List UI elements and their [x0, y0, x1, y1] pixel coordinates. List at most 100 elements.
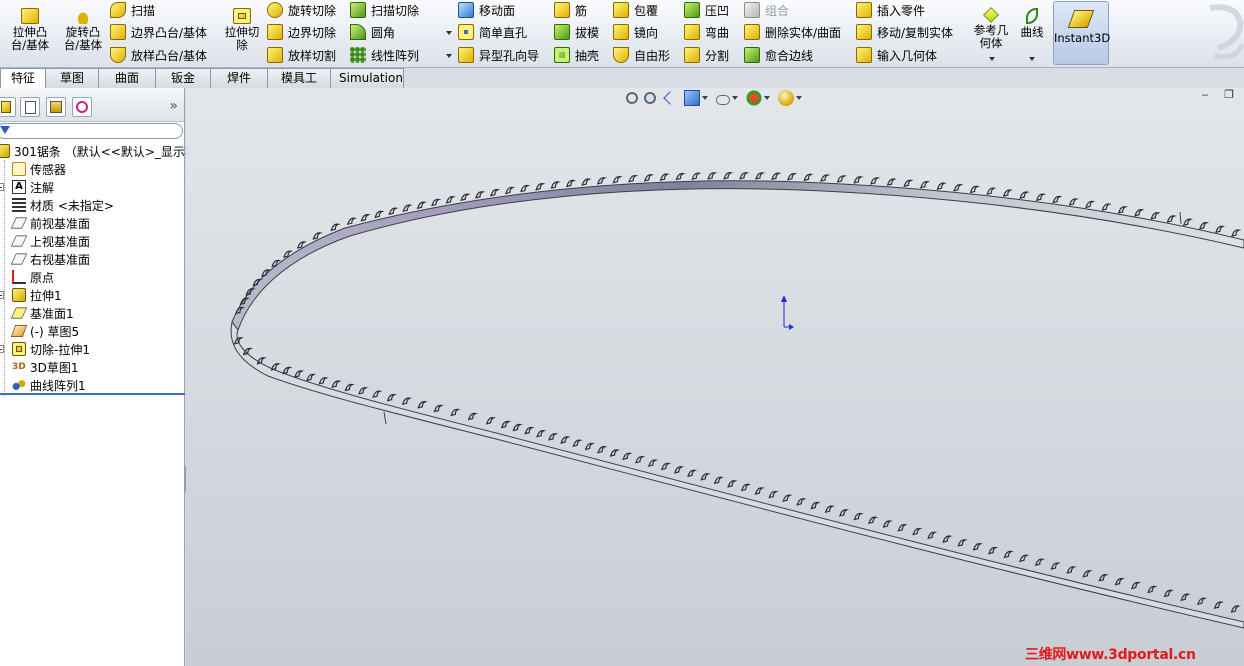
- tree-item-plane1[interactable]: 基准面1: [0, 304, 185, 322]
- fillet-dropdown-icon[interactable]: [446, 31, 452, 35]
- saw-tooth: [659, 173, 670, 181]
- fillet-label: 圆角: [371, 25, 396, 40]
- curves-dropdown-icon[interactable]: [1029, 57, 1035, 61]
- loft-cut-button[interactable]: 放样切割: [267, 45, 336, 65]
- tab-weldments[interactable]: 焊件: [210, 68, 268, 88]
- saw-tooth: [727, 480, 738, 488]
- saw-tooth: [1180, 593, 1191, 602]
- reference-geometry-dropdown-icon[interactable]: [989, 57, 995, 61]
- simple-hole-button[interactable]: 简单直孔: [458, 22, 527, 42]
- rib-icon: [554, 2, 570, 18]
- move-face-button[interactable]: 移动面: [458, 0, 515, 20]
- revolve-boss-button[interactable]: 旋转凸 台/基体: [58, 6, 108, 62]
- tree-item-cut-extrude1[interactable]: 切除-拉伸1: [0, 340, 185, 358]
- saw-tooth: [1182, 218, 1194, 227]
- tab-mold-tools[interactable]: 模具工具: [267, 68, 331, 104]
- saw-tooth: [1019, 554, 1030, 563]
- flex-label: 弯曲: [705, 25, 730, 40]
- tree-item-origin[interactable]: 原点: [0, 268, 185, 286]
- expand-toggle[interactable]: [0, 183, 4, 191]
- expand-panel-icon[interactable]: »: [169, 98, 178, 114]
- boundary-cut-button[interactable]: 边界切除: [267, 22, 336, 42]
- rib-button[interactable]: 筋: [554, 0, 587, 20]
- tree-item-extrude1[interactable]: 拉伸1: [0, 286, 185, 304]
- tab-simulation[interactable]: Simulation: [330, 68, 404, 88]
- tree-item-sketch5[interactable]: (-) 草图5: [0, 322, 185, 340]
- tree-item-front-plane[interactable]: 前视基准面: [0, 214, 185, 232]
- saw-tooth: [953, 184, 964, 192]
- tab-features[interactable]: 特征: [0, 68, 46, 89]
- tab-sketch[interactable]: 草图: [45, 68, 99, 88]
- saw-blade-model[interactable]: [186, 88, 1244, 666]
- graphics-area[interactable]: ‒ ❐: [186, 88, 1244, 666]
- saw-tooth: [903, 179, 914, 188]
- dimxpert-manager-tab[interactable]: [72, 97, 92, 117]
- origin-icon: [12, 270, 26, 284]
- tree-item-sensors[interactable]: 传感器: [0, 160, 185, 178]
- boundary-boss-button[interactable]: 边界凸台/基体: [110, 22, 207, 42]
- tree-item-label: 3D草图1: [30, 360, 79, 375]
- tree-item-material[interactable]: 材质 <未指定>: [0, 196, 185, 214]
- expand-toggle[interactable]: [0, 291, 4, 299]
- saw-tooth: [1035, 193, 1047, 202]
- hole-wizard-button[interactable]: 异型孔向导: [458, 45, 539, 65]
- blade-teeth-lower: [233, 337, 1241, 613]
- rollback-bar[interactable]: [0, 393, 185, 395]
- tree-root-part[interactable]: 301锯条 （默认<<默认>_显示状: [0, 142, 197, 160]
- swept-cut-button[interactable]: 扫描切除: [350, 0, 419, 20]
- saw-tooth: [796, 498, 807, 506]
- configuration-manager-icon: [50, 101, 62, 113]
- saw-tooth: [450, 408, 461, 417]
- draft-button[interactable]: 拔模: [554, 22, 599, 42]
- feature-tree-filter[interactable]: [0, 123, 183, 139]
- freeform-button[interactable]: 自由形: [613, 45, 670, 65]
- saw-tooth: [344, 383, 355, 392]
- delete-body-button[interactable]: 删除实体/曲面: [744, 22, 841, 42]
- sweep-button[interactable]: 扫描: [110, 0, 155, 20]
- shell-button[interactable]: 抽壳: [554, 45, 599, 65]
- insert-part-button[interactable]: 插入零件: [856, 0, 925, 20]
- saw-tooth: [969, 185, 980, 194]
- fillet-button[interactable]: 圆角: [350, 22, 395, 42]
- tree-item-top-plane[interactable]: 上视基准面: [0, 232, 185, 250]
- tree-item-annotations[interactable]: A 注解: [0, 178, 185, 196]
- import-geometry-icon: [856, 47, 872, 63]
- mirror-button[interactable]: 镜向: [613, 22, 658, 42]
- tree-item-3d-sketch1[interactable]: 3D 3D草图1: [0, 358, 185, 376]
- saw-tooth: [417, 401, 428, 409]
- feature-manager-tab[interactable]: [0, 97, 16, 117]
- flex-button[interactable]: 弯曲: [684, 22, 729, 42]
- tree-root-label: 301锯条 （默认<<默认>_显示状: [14, 144, 197, 159]
- property-manager-tab[interactable]: [20, 97, 40, 117]
- loft-boss-button[interactable]: 放样凸台/基体: [110, 45, 207, 65]
- curves-button[interactable]: 曲线: [1016, 6, 1048, 62]
- tree-item-right-plane[interactable]: 右视基准面: [0, 250, 185, 268]
- reference-geometry-button[interactable]: 参考几 何体: [970, 6, 1012, 62]
- wrap-button[interactable]: 包覆: [613, 0, 658, 20]
- move-face-label: 移动面: [479, 3, 516, 18]
- revolve-cut-button[interactable]: 旋转切除: [267, 0, 336, 20]
- loft-boss-icon: [110, 47, 126, 63]
- saw-tooth: [739, 172, 750, 180]
- saw-tooth: [1213, 601, 1225, 609]
- extrude-boss-button[interactable]: 拉伸凸 台/基体: [6, 6, 54, 62]
- reference-geometry-label: 参考几 何体: [973, 23, 1009, 50]
- expand-toggle[interactable]: [0, 345, 4, 353]
- knit-edges-button[interactable]: 愈合边线: [744, 45, 813, 65]
- plane-icon: [10, 235, 28, 247]
- split-button[interactable]: 分割: [684, 45, 729, 65]
- saw-tooth: [402, 204, 413, 212]
- tab-surfaces[interactable]: 曲面: [98, 68, 156, 88]
- instant3d-button[interactable]: Instant3D: [1053, 1, 1110, 65]
- import-geometry-button[interactable]: 输入几何体: [856, 45, 937, 65]
- linear-pattern-button[interactable]: 线性阵列: [350, 45, 419, 65]
- move-copy-body-button[interactable]: 移动/复制实体: [856, 22, 953, 42]
- linear-pattern-dropdown-icon[interactable]: [446, 54, 452, 58]
- saw-tooth: [782, 494, 793, 503]
- tab-sheet-metal[interactable]: 钣金: [155, 68, 211, 88]
- combine-button[interactable]: 组合: [744, 0, 789, 20]
- indent-button[interactable]: 压凹: [684, 0, 729, 20]
- extrude-cut-button[interactable]: 拉伸切 除: [220, 6, 264, 62]
- tree-item-curve-pattern1[interactable]: 曲线阵列1: [0, 376, 185, 394]
- configuration-manager-tab[interactable]: [46, 97, 66, 117]
